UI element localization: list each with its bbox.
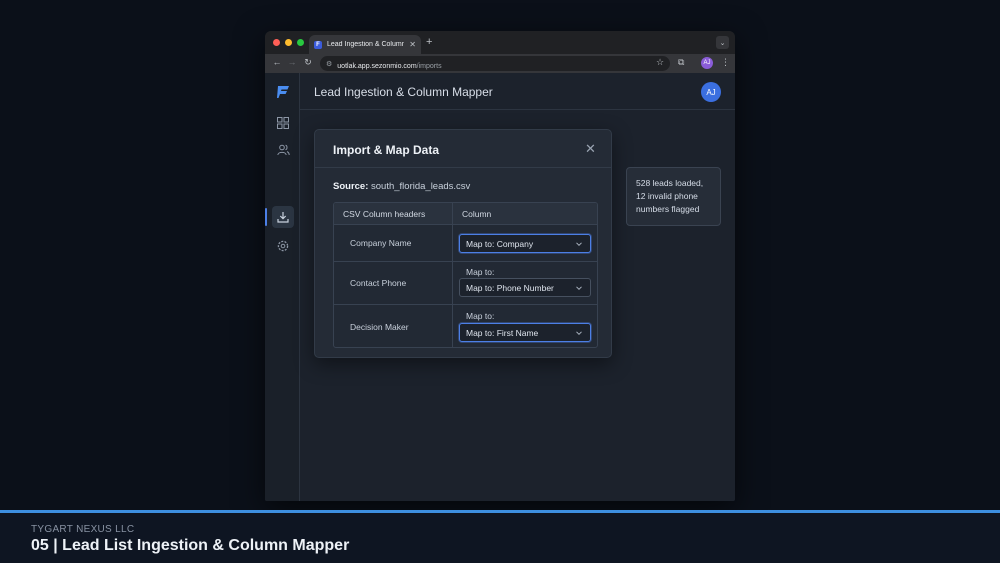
dashboard-icon <box>277 117 289 129</box>
sidebar-item-dashboard[interactable] <box>272 112 294 134</box>
select-value: Map to: Phone Number <box>466 282 554 293</box>
select-value: Map to: First Name <box>466 327 539 338</box>
source-label: Source: <box>333 181 369 192</box>
back-icon[interactable]: ← <box>271 57 283 67</box>
app-logo-icon[interactable] <box>276 85 290 99</box>
app-header: Lead Ingestion & Column Mapper AJ <box>300 73 735 110</box>
table-row: Contact Phone Map to: Map to: Phone Numb… <box>334 262 597 305</box>
tab-close-icon[interactable]: ✕ <box>409 40 416 49</box>
address-bar[interactable]: ⚙ uotlak.app.sezonmio.com/imports <box>320 56 670 71</box>
source-file: Source: south_florida_leads.csv <box>333 181 470 192</box>
tab-bar: F Lead Ingestion & Column M ✕ + ⌄ <box>265 31 735 54</box>
close-icon[interactable]: ✕ <box>585 141 596 157</box>
settings-icon <box>277 240 289 252</box>
sidebar-item-settings[interactable] <box>272 235 294 257</box>
map-to-hint: Map to: <box>466 267 495 277</box>
sidebar-item-users[interactable] <box>272 139 294 161</box>
column-select-first-name[interactable]: Map to: First Name <box>459 323 591 342</box>
csv-column-label: Contact Phone <box>334 262 453 304</box>
new-tab-icon[interactable]: + <box>426 36 432 48</box>
company-name: TYGART NEXUS LLC <box>31 524 135 535</box>
close-window-button[interactable] <box>273 39 280 46</box>
browser-menu-icon[interactable]: ⋮ <box>721 57 730 68</box>
sidebar-item-import[interactable] <box>265 206 294 228</box>
map-to-hint: Map to: <box>466 311 495 321</box>
import-map-modal: Import & Map Data ✕ Source: south_florid… <box>314 129 612 358</box>
chevron-down-icon <box>576 242 582 247</box>
reload-icon[interactable]: ↻ <box>302 57 314 68</box>
page-title: Lead Ingestion & Column Mapper <box>314 85 493 99</box>
column-select-phone[interactable]: Map to: Phone Number <box>459 278 591 297</box>
column-mapping-table: CSV Column headers Column Company Name M… <box>333 202 598 348</box>
chevron-down-icon <box>576 286 582 291</box>
minimize-window-button[interactable] <box>285 39 292 46</box>
slide-title: 05 | Lead List Ingestion & Column Mapper <box>31 537 350 554</box>
maximize-window-button[interactable] <box>297 39 304 46</box>
import-icon <box>277 212 289 223</box>
browser-tab[interactable]: F Lead Ingestion & Column M ✕ <box>309 35 421 54</box>
bookmark-star-icon[interactable]: ☆ <box>656 57 664 68</box>
chevron-down-icon <box>576 331 582 336</box>
app-area: Lead Ingestion & Column Mapper AJ Import… <box>265 73 735 501</box>
window-controls <box>273 39 304 46</box>
source-filename: south_florida_leads.csv <box>371 181 471 192</box>
users-icon <box>276 144 290 156</box>
column-column-header: Column <box>453 203 597 225</box>
table-row: Decision Maker Map to: Map to: First Nam… <box>334 305 597 347</box>
site-info-icon[interactable]: ⚙ <box>326 60 332 68</box>
tab-title: Lead Ingestion & Column M <box>327 41 405 48</box>
browser-window: F Lead Ingestion & Column M ✕ + ⌄ ← → ↻ … <box>265 31 735 501</box>
url-host: uotlak.app.sezonmio.com <box>337 62 417 70</box>
csv-column-label: Company Name <box>334 225 453 261</box>
table-row: Company Name Map to: Company <box>334 225 597 262</box>
user-avatar[interactable]: AJ <box>701 82 721 102</box>
csv-column-label: Decision Maker <box>334 305 453 347</box>
url-path: /imports <box>416 62 442 70</box>
select-value: Map to: Company <box>466 238 534 249</box>
csv-headers-column-header: CSV Column headers <box>334 203 453 225</box>
forward-icon[interactable]: → <box>286 57 298 67</box>
browser-toolbar: ← → ↻ ⚙ uotlak.app.sezonmio.com/imports … <box>265 54 735 73</box>
tab-search-icon[interactable]: ⌄ <box>716 36 729 49</box>
modal-header: Import & Map Data ✕ <box>315 130 611 168</box>
column-select-company[interactable]: Map to: Company <box>459 234 591 253</box>
modal-title: Import & Map Data <box>333 143 440 157</box>
extensions-icon[interactable]: ⧉ <box>678 57 684 68</box>
tab-favicon-icon: F <box>314 40 322 49</box>
sidebar <box>265 73 300 501</box>
import-summary-card: 528 leads loaded, 12 invalid phone numbe… <box>626 167 721 226</box>
browser-profile-avatar[interactable]: AJ <box>701 57 713 69</box>
